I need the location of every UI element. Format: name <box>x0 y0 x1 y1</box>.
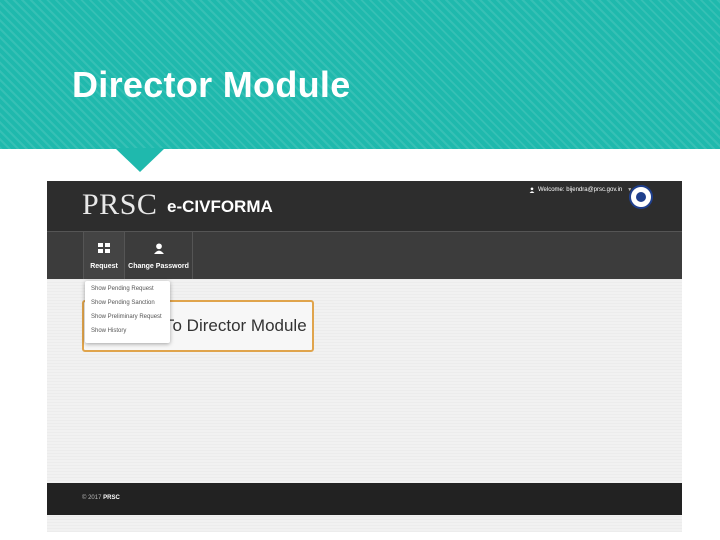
menu-item-pending-request[interactable]: Show Pending Request <box>91 286 154 292</box>
nav-change-password[interactable]: Change Password <box>125 232 193 279</box>
app-footer: © 2017 PRSC <box>47 483 682 515</box>
app-topbar: PRSC e-CIVFORMA Welcome: bijendra@prsc.g… <box>47 181 682 231</box>
nav-request-label: Request <box>90 263 118 270</box>
nav-request[interactable]: Request <box>83 232 125 279</box>
header-notch <box>115 148 165 172</box>
request-dropdown-menu: Show Pending Request Show Pending Sancti… <box>85 281 170 343</box>
nav-change-password-label: Change Password <box>128 263 189 270</box>
menu-item-preliminary-request[interactable]: Show Preliminary Request <box>91 314 162 320</box>
welcome-user-text: Welcome: bijendra@prsc.gov.in <box>538 187 623 193</box>
footer-org: PRSC <box>103 495 120 501</box>
user-menu[interactable]: Welcome: bijendra@prsc.gov.in ▼ <box>529 187 632 193</box>
copyright-year: © 2017 <box>82 495 102 501</box>
slide-title: Director Module <box>72 64 351 105</box>
footer-copyright: © 2017 PRSC <box>82 495 120 501</box>
welcome-message: To Director Module <box>164 316 307 335</box>
emblem-center <box>636 192 646 202</box>
org-emblem-logo <box>629 185 653 209</box>
menu-item-pending-sanction[interactable]: Show Pending Sanction <box>91 300 155 306</box>
logo-civforma: e-CIVFORMA <box>167 197 273 216</box>
user-icon <box>153 243 164 254</box>
menu-item-history[interactable]: Show History <box>91 328 126 334</box>
app-navbar: Request Change Password <box>47 231 682 279</box>
user-icon <box>529 187 535 193</box>
grid-icon <box>98 243 110 253</box>
slide-header-band: Director Module <box>0 0 720 149</box>
logo-prsc: PRSC <box>82 188 158 221</box>
app-screenshot: PRSC e-CIVFORMA Welcome: bijendra@prsc.g… <box>47 181 682 532</box>
